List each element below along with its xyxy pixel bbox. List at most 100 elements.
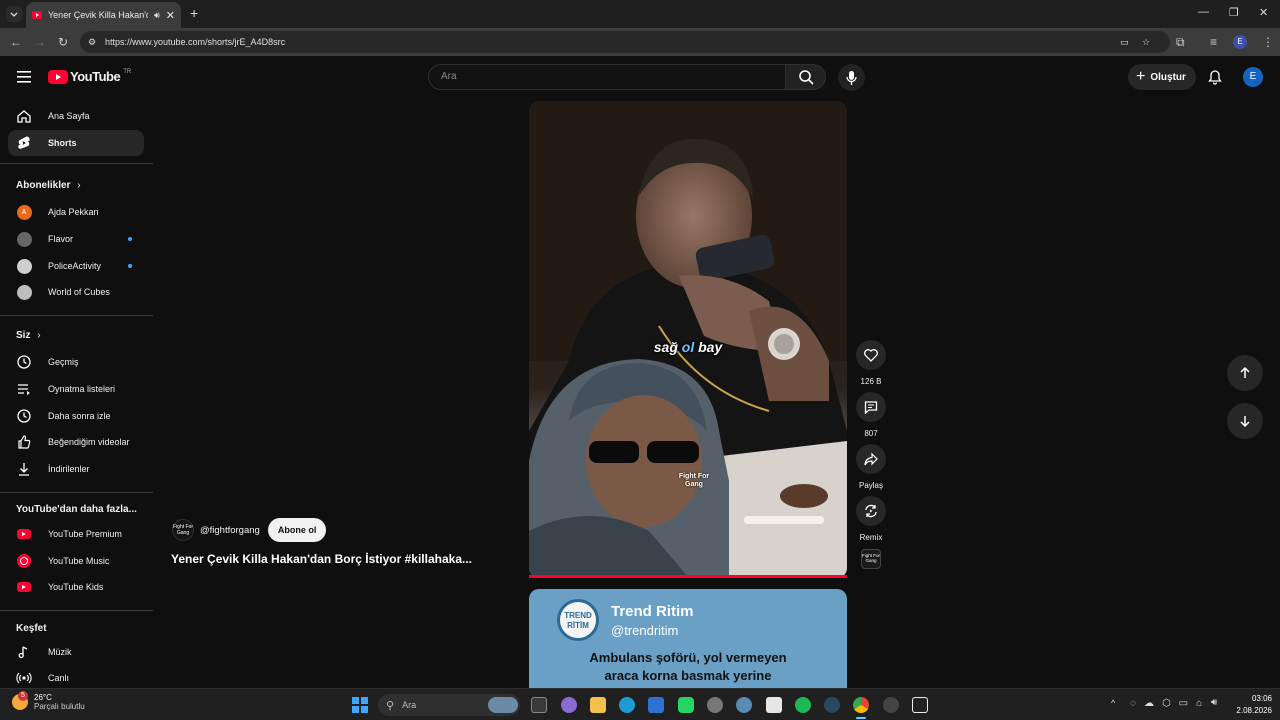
shorts-video-player[interactable]: sağ ol bay Fight For Gang: [529, 101, 847, 578]
task-view-icon[interactable]: [531, 697, 547, 713]
sidebar-item-live[interactable]: Canlı: [8, 665, 144, 688]
sidebar-item-watch-later[interactable]: Daha sonra izle: [8, 403, 144, 429]
browser-tab[interactable]: Yener Çevik Killa Hakan'dan 🔊︎ ✕: [26, 2, 181, 28]
playlists-icon: [16, 381, 32, 397]
new-tab-button[interactable]: +: [190, 5, 198, 21]
sidebar-item-music[interactable]: Müzik: [8, 639, 144, 665]
reload-icon[interactable]: ↻: [58, 35, 68, 49]
you-heading[interactable]: Siz ›: [16, 330, 41, 341]
search-button[interactable]: [786, 64, 826, 90]
like-button[interactable]: [856, 340, 886, 370]
system-tray-icons[interactable]: ◌☁⬡▭⌂: [1130, 698, 1210, 709]
sound-channel-thumbnail[interactable]: Fight For Gang: [861, 549, 881, 569]
subscribe-button[interactable]: Abone ol: [267, 518, 327, 542]
site-info-icon[interactable]: ⚙: [88, 31, 96, 53]
sidebar-item-liked-videos[interactable]: Beğendiğim videolar: [8, 429, 144, 455]
weather-widget[interactable]: 5 26°C Parçalı bulutlu: [12, 691, 85, 711]
create-button[interactable]: + Oluştur: [1128, 64, 1196, 90]
account-avatar[interactable]: E: [1243, 67, 1263, 87]
active-app-indicator: [856, 717, 866, 719]
taskbar-search-box[interactable]: ⚲ Ara: [378, 694, 520, 716]
search-input[interactable]: Ara: [428, 64, 786, 90]
sidebar-item-home[interactable]: Ana Sayfa: [8, 103, 144, 129]
sidebar-item-label: Oynatma listeleri: [48, 384, 116, 394]
sidebar-item-history[interactable]: Geçmiş: [8, 349, 144, 375]
tab-close-icon[interactable]: ✕: [166, 9, 175, 22]
search-highlight-image: [488, 697, 518, 713]
video-progress-bar[interactable]: [529, 575, 847, 578]
channel-avatar[interactable]: Fight For Gang: [172, 519, 194, 541]
extensions-icon[interactable]: ⧉: [1176, 35, 1185, 49]
next-short-button[interactable]: [1227, 403, 1263, 439]
youtube-kids-icon: [16, 579, 32, 595]
clock-date: 2.08.2026: [1236, 706, 1272, 715]
sidebar-subscription-flavor[interactable]: Flavor: [8, 226, 144, 252]
liked-videos-icon: [16, 434, 32, 450]
game-app-icon[interactable]: [883, 697, 899, 713]
media-app-icon[interactable]: [912, 697, 928, 713]
share-button[interactable]: [856, 444, 886, 474]
notifications-bell-icon[interactable]: [1207, 69, 1223, 85]
whatsapp-icon[interactable]: [678, 697, 694, 713]
comment-button[interactable]: [856, 392, 886, 422]
voice-search-button[interactable]: [838, 64, 865, 91]
sidebar-item-youtube-music[interactable]: YouTube Music: [8, 548, 144, 574]
reading-list-icon[interactable]: ≡: [1210, 35, 1217, 49]
subscriptions-heading[interactable]: Abonelikler ›: [16, 180, 81, 191]
sidebar-item-youtube-kids[interactable]: YouTube Kids: [8, 574, 144, 600]
sidebar-subscription-world-of-cubes[interactable]: World of Cubes: [8, 279, 144, 305]
audio-playing-icon[interactable]: 🔊︎: [154, 10, 160, 21]
steam-icon[interactable]: [824, 697, 840, 713]
copilot-icon[interactable]: [561, 697, 577, 713]
video-progress-fill: [529, 575, 847, 578]
address-bar[interactable]: ⚙ https://www.youtube.com/shorts/jrE_A4D…: [80, 31, 1170, 53]
sidebar-subscription-policeactivity[interactable]: PoliceActivity: [8, 253, 144, 279]
show-hidden-icons-chevron-icon[interactable]: ^: [1111, 698, 1115, 708]
notepad-icon[interactable]: [766, 697, 782, 713]
tab-list-button[interactable]: [6, 6, 22, 22]
remix-button[interactable]: [856, 496, 886, 526]
forward-icon[interactable]: →: [34, 35, 46, 49]
short-title[interactable]: Yener Çevik Killa Hakan'dan Borç İstiyor…: [171, 552, 511, 566]
start-button[interactable]: [352, 697, 368, 713]
browser-menu-icon[interactable]: ⋮: [1262, 35, 1274, 49]
close-window-button[interactable]: ✕: [1259, 6, 1268, 19]
youtube-logo[interactable]: YouTube TR: [48, 69, 131, 84]
chrome-icon[interactable]: [853, 697, 869, 713]
weather-temperature: 26°C: [34, 693, 52, 702]
file-explorer-icon[interactable]: [590, 697, 606, 713]
channel-handle[interactable]: @fightforgang: [200, 525, 260, 536]
minimize-button[interactable]: —: [1198, 6, 1209, 18]
previous-short-button[interactable]: [1227, 355, 1263, 391]
clock-time: 03:06: [1251, 694, 1272, 703]
network-app-icon[interactable]: [736, 697, 752, 713]
like-count: 126 B: [860, 377, 882, 386]
next-short-channel-name: Trend Ritim: [611, 603, 694, 620]
guide-menu-icon[interactable]: [17, 71, 31, 83]
back-icon[interactable]: ←: [10, 35, 22, 49]
cast-icon[interactable]: ▭: [1120, 31, 1129, 53]
sidebar-item-playlists[interactable]: Oynatma listeleri: [8, 376, 144, 402]
bookmark-star-icon[interactable]: ☆: [1142, 31, 1150, 53]
sidebar-item-downloads[interactable]: İndirilenler: [8, 456, 144, 482]
profile-avatar[interactable]: E: [1233, 35, 1247, 49]
youtube-music-icon: [16, 553, 32, 569]
microsoft-store-icon[interactable]: [648, 697, 664, 713]
restore-button[interactable]: ❐: [1229, 6, 1239, 19]
next-short-headline-line2: araca korna basmak yerine: [604, 668, 772, 683]
sidebar-item-shorts[interactable]: Shorts: [8, 130, 144, 156]
share-action: Paylaş: [855, 444, 887, 490]
sidebar-item-label: Ajda Pekkan: [48, 207, 99, 217]
sidebar-item-youtube-premium[interactable]: YouTube Premium: [8, 521, 144, 547]
taskbar-search-placeholder: Ara: [402, 700, 417, 710]
weather-description: Parçalı bulutlu: [34, 702, 85, 711]
spotify-icon[interactable]: [795, 697, 811, 713]
speaker-icon[interactable]: 🔊︎: [1211, 697, 1217, 708]
settings-gear-icon[interactable]: [707, 697, 723, 713]
sidebar-item-label: Müzik: [48, 647, 72, 657]
taskbar-clock[interactable]: 03:06 2.08.2026: [1226, 693, 1272, 717]
edge-browser-icon[interactable]: [619, 697, 635, 713]
next-short-preview[interactable]: TREND RİTİM Trend Ritim @trendritim Ambul…: [529, 589, 847, 688]
windows-taskbar: 5 26°C Parçalı bulutlu ⚲ Ara ^ ◌☁⬡▭⌂ 🔊︎ …: [0, 688, 1280, 720]
sidebar-subscription-ajda-pekkan[interactable]: A Ajda Pekkan: [8, 199, 144, 225]
